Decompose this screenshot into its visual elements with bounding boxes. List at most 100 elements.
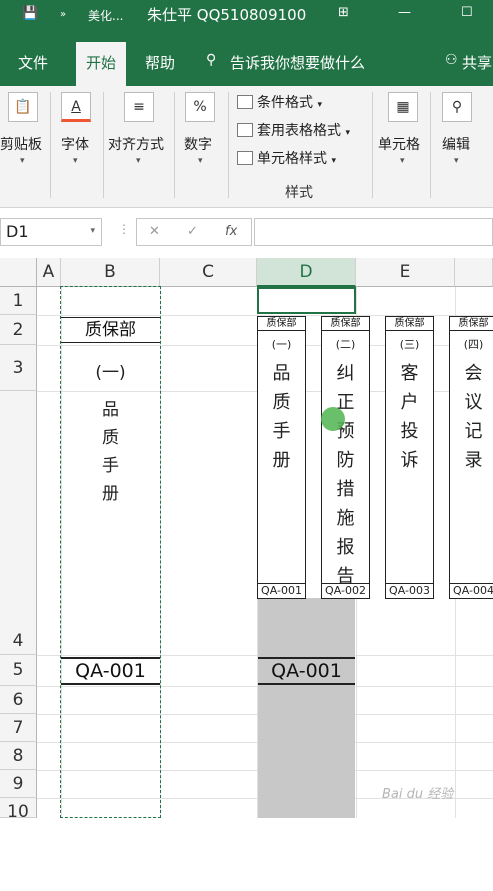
clipboard-label: 剪贴板 <box>0 137 42 153</box>
title-bar: 💾 » 美化... 朱仕平 QQ510809100 ⊞ — ☐ <box>0 0 493 30</box>
label-number: (四) <box>463 338 484 351</box>
column-header-f[interactable] <box>455 258 493 287</box>
ribbon-tabs: 文件 开始 帮助 ⚲ 告诉我你想要做什么 ⚇ 共享 <box>0 30 493 86</box>
label-card[interactable]: 质保部 (四) 会议记录 QA-004 <box>449 316 493 599</box>
tab-home[interactable]: 开始 <box>76 42 127 86</box>
chevron-down-icon[interactable]: ▾ <box>90 226 95 236</box>
label-title: 客户投诉 <box>400 363 419 471</box>
ribbon-separator <box>430 92 431 198</box>
insert-function-icon[interactable]: fx <box>225 224 237 239</box>
maximize-button[interactable]: ☐ <box>461 5 473 20</box>
paste-icon: 📋 <box>8 92 38 122</box>
active-cell-d1[interactable] <box>257 287 356 314</box>
share-icon[interactable]: ⚇ <box>445 52 458 68</box>
column-header-e[interactable]: E <box>356 258 455 287</box>
document-name: 美化... <box>88 9 124 23</box>
row-header-3[interactable]: 3 <box>0 345 37 391</box>
cell-styles-button[interactable]: 单元格样式 ▾ <box>237 148 336 168</box>
row-header-2[interactable]: 2 <box>0 315 37 345</box>
tab-file[interactable]: 文件 <box>18 52 48 73</box>
ribbon-separator <box>228 92 229 198</box>
label-title: 纠正预防措施报告 <box>336 363 355 587</box>
font-color-icon: A <box>61 92 91 122</box>
label-card[interactable]: 质保部 (三) 客户投诉 QA-003 <box>385 316 434 599</box>
ribbon-separator <box>174 92 175 198</box>
label-card[interactable]: 质保部 (二) 纠正预防措施报告 QA-002 <box>321 316 370 599</box>
tell-me-box[interactable]: 告诉我你想要做什么 <box>230 52 365 73</box>
editing-group[interactable]: ⚲ 编辑 ▾ <box>436 86 484 204</box>
cell-styles-icon <box>237 151 253 165</box>
cancel-icon[interactable]: ✕ <box>149 224 160 239</box>
more-options-icon[interactable]: ⋮ <box>118 222 130 236</box>
tab-help[interactable]: 帮助 <box>145 52 175 73</box>
label-code: QA-001 <box>258 583 305 598</box>
mouse-cursor-highlight <box>321 407 345 431</box>
label-header: 质保部 <box>258 317 305 331</box>
row-header-4[interactable]: 4 <box>0 391 37 655</box>
formula-input[interactable] <box>254 218 493 246</box>
watermark: Bai du 经验 <box>382 787 454 802</box>
clipboard-group[interactable]: 📋 剪贴板 ▾ <box>0 86 50 204</box>
label-code: QA-002 <box>322 583 369 598</box>
quick-access-more-icon[interactable]: » <box>60 9 66 20</box>
format-as-table-button[interactable]: 套用表格格式 ▾ <box>237 120 350 140</box>
worksheet-grid[interactable]: A B C D E 1 2 3 4 5 6 7 8 9 10 质保部 (一) 品… <box>0 258 493 822</box>
label-number: (二) <box>335 338 356 351</box>
cells-icon: ▦ <box>388 92 418 122</box>
row-header-7[interactable]: 7 <box>0 714 37 742</box>
chevron-down-icon: ▾ <box>198 156 203 166</box>
cells-group[interactable]: ▦ 单元格 ▾ <box>376 86 428 204</box>
alignment-label: 对齐方式 <box>108 137 164 153</box>
cell-d5[interactable]: QA-001 <box>258 657 355 685</box>
formula-bar: D1 ▾ ⋮ ✕ ✓ fx <box>0 208 493 258</box>
name-box[interactable]: D1 ▾ <box>0 218 102 246</box>
font-label: 字体 <box>61 137 89 153</box>
font-group[interactable]: A 字体 ▾ <box>55 86 103 204</box>
label-card[interactable]: 质保部 (一) 品质手册 QA-001 <box>257 316 306 599</box>
row-header-1[interactable]: 1 <box>0 287 37 315</box>
label-number: (一) <box>271 338 292 351</box>
column-header-b[interactable]: B <box>61 258 160 287</box>
conditional-format-icon <box>237 95 253 109</box>
row-header-10[interactable]: 10 <box>0 798 37 822</box>
label-title: 品质手册 <box>272 363 291 471</box>
row-header-9[interactable]: 9 <box>0 770 37 798</box>
editing-label: 编辑 <box>442 137 470 153</box>
row-header-5[interactable]: 5 <box>0 655 37 686</box>
save-icon[interactable]: 💾 <box>22 6 38 21</box>
row-header-6[interactable]: 6 <box>0 686 37 714</box>
chevron-down-icon: ▾ <box>73 156 78 166</box>
label-code: QA-004 <box>450 583 493 598</box>
chevron-down-icon: ▾ <box>136 156 141 166</box>
enter-icon[interactable]: ✓ <box>187 224 198 239</box>
chevron-down-icon: ▾ <box>20 156 25 166</box>
number-label: 数字 <box>184 137 212 153</box>
conditional-format-button[interactable]: 条件格式 ▾ <box>237 92 322 112</box>
label-number: (三) <box>399 338 420 351</box>
ribbon: 📋 剪贴板 ▾ A 字体 ▾ ≡ 对齐方式 ▾ % 数字 ▾ 条件格式 ▾ 套用… <box>0 86 493 208</box>
label-header: 质保部 <box>450 317 493 331</box>
select-all-corner[interactable] <box>0 258 37 287</box>
number-group[interactable]: % 数字 ▾ <box>178 86 226 204</box>
search-icon: ⚲ <box>442 92 472 122</box>
styles-group-label: 样式 <box>285 185 313 201</box>
selected-range-d[interactable] <box>258 598 355 818</box>
search-icon[interactable]: ⚲ <box>206 52 216 68</box>
row-header-8[interactable]: 8 <box>0 742 37 770</box>
chevron-down-icon: ▾ <box>400 156 405 166</box>
share-button[interactable]: 共享 <box>462 52 492 73</box>
label-header: 质保部 <box>322 317 369 331</box>
ribbon-display-icon[interactable]: ⊞ <box>338 5 349 20</box>
cells-label: 单元格 <box>378 137 420 153</box>
window-title: 朱仕平 QQ510809100 <box>147 6 307 24</box>
column-header-c[interactable]: C <box>160 258 257 287</box>
ribbon-separator <box>50 92 51 198</box>
minimize-button[interactable]: — <box>398 5 411 20</box>
alignment-group[interactable]: ≡ 对齐方式 ▾ <box>106 86 172 204</box>
column-header-a[interactable]: A <box>37 258 61 287</box>
column-header-d[interactable]: D <box>257 258 356 287</box>
label-code: QA-003 <box>386 583 433 598</box>
ribbon-separator <box>103 92 104 198</box>
chevron-down-icon: ▾ <box>454 156 459 166</box>
label-title: 会议记录 <box>464 363 483 471</box>
